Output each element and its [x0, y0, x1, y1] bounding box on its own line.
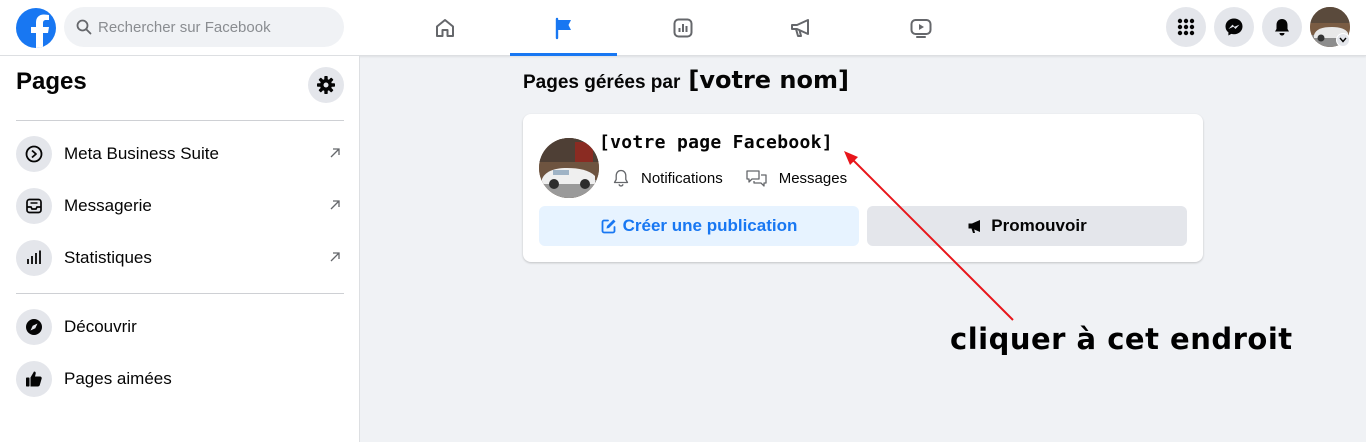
sidebar-item-label: Messagerie: [64, 196, 152, 215]
messages-label: Messages: [778, 169, 848, 187]
external-link-icon: [330, 252, 340, 262]
sidebar-item-label: Pages aimées: [64, 369, 172, 388]
home-icon: [435, 19, 454, 37]
create-post-button[interactable]: Créer une publication: [539, 206, 859, 246]
tab-watch[interactable]: [867, 0, 974, 56]
facebook-logo-icon[interactable]: [16, 8, 56, 48]
search-input[interactable]: [98, 18, 328, 36]
search-bar[interactable]: [64, 7, 344, 47]
promote-label: Promouvoir: [991, 216, 1087, 235]
business-suite-icon: [16, 136, 52, 172]
page-title-owner-name: [votre nom]: [688, 66, 849, 94]
create-post-label: Créer une publication: [622, 216, 798, 235]
page-name-link[interactable]: [votre page Facebook]: [599, 132, 833, 153]
menu-button[interactable]: [1166, 7, 1206, 47]
tab-pages[interactable]: [510, 0, 617, 56]
sidebar-divider: [16, 120, 344, 121]
notifications-bell-icon: [1275, 19, 1289, 36]
sidebar-title: Pages: [16, 68, 87, 95]
page-title: Pages gérées par [votre nom]: [523, 66, 849, 94]
tab-home[interactable]: [391, 0, 498, 56]
managed-page-card: [votre page Facebook] Notifications Mess…: [523, 114, 1203, 262]
messages-link[interactable]: Messages: [745, 168, 847, 188]
notifications-label: Notifications: [641, 169, 723, 187]
messenger-icon: [1225, 18, 1243, 36]
insights-icon: [673, 18, 692, 38]
gear-icon: [317, 76, 335, 94]
compass-icon: [16, 309, 52, 345]
sidebar-item-label: Statistiques: [64, 248, 152, 267]
inbox-icon: [16, 188, 52, 224]
search-icon: [76, 19, 92, 35]
pages-sidebar: Pages Meta Business Suite Messagerie Sta…: [0, 56, 360, 442]
sidebar-item-pages-aimees[interactable]: Pages aimées: [8, 353, 352, 405]
page-meta-row: Notifications Messages: [611, 168, 847, 188]
sidebar-item-messagerie[interactable]: Messagerie: [8, 180, 352, 232]
ads-megaphone-icon: [790, 19, 809, 37]
watch-icon: [910, 19, 931, 38]
sidebar-item-business-suite[interactable]: Meta Business Suite: [8, 128, 352, 180]
page-title-prefix: Pages gérées par: [523, 72, 681, 93]
tab-ads[interactable]: [748, 0, 855, 56]
pages-flag-icon: [555, 17, 571, 40]
megaphone-icon: [968, 220, 981, 233]
annotation-text: cliquer à cet endroit: [950, 322, 1293, 356]
top-navigation-bar: [0, 0, 1366, 56]
sidebar-divider: [16, 293, 344, 294]
stats-icon: [16, 240, 52, 276]
account-menu-chevron-icon[interactable]: [1336, 33, 1350, 47]
notifications-button[interactable]: [1262, 7, 1302, 47]
sidebar-item-label: Découvrir: [64, 317, 137, 336]
menu-grid-icon: [1177, 18, 1195, 36]
edit-compose-icon: [601, 219, 616, 234]
sidebar-item-decouvrir[interactable]: Découvrir: [8, 301, 352, 353]
messenger-button[interactable]: [1214, 7, 1254, 47]
sidebar-item-statistiques[interactable]: Statistiques: [8, 232, 352, 284]
tab-insights[interactable]: [629, 0, 736, 56]
notifications-link[interactable]: Notifications: [611, 168, 723, 188]
external-link-icon: [330, 148, 340, 158]
thumbs-up-icon: [16, 361, 52, 397]
external-link-icon: [330, 200, 340, 210]
page-profile-picture[interactable]: [539, 138, 599, 198]
settings-button[interactable]: [308, 67, 344, 103]
bell-outline-icon: [613, 169, 629, 187]
promote-button[interactable]: Promouvoir: [867, 206, 1187, 246]
chat-bubbles-icon: [746, 170, 767, 187]
sidebar-item-label: Meta Business Suite: [64, 144, 219, 163]
